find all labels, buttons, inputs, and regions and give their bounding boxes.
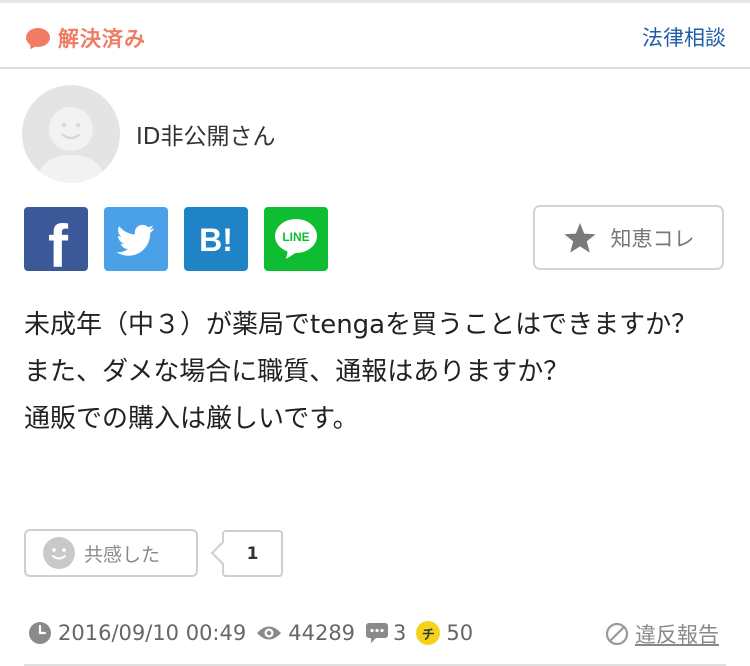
clock-icon [29,622,51,644]
question-line: また、ダメな場合に職質、通報はありますか？ [24,357,570,387]
question-line: 通販での購入は厳しいです。 [24,404,359,434]
line-icon: LINE [275,219,317,259]
facebook-glyph: f [48,213,69,271]
question-body: 未成年（中３）が薬局でtengaを買うことはできますか？ また、ダメな場合に職質… [24,302,724,443]
view-count: 44289 [288,621,356,645]
report-link[interactable]: 違反報告 [605,619,719,649]
hatena-glyph: B! [199,222,233,258]
comment-icon [366,623,389,643]
avatar [22,85,120,183]
default-avatar-icon [36,107,106,183]
resolved-label: 解決済み [58,27,146,51]
twitter-icon [116,224,155,256]
eye-icon [257,626,282,640]
empathy-button[interactable]: 共感した [24,529,198,577]
chie-collection-button[interactable]: 知恵コレ [533,205,724,270]
coin-count: 50 [446,621,474,645]
count-pointer [210,541,234,565]
facebook-icon: f [48,213,69,271]
question-line: 未成年（中３）が薬局でtengaを買うことはできますか？ [24,310,698,340]
category-link[interactable]: 法律相談 [642,22,726,52]
answer-count: 3 [393,621,407,645]
question-header: 解決済み 法律相談 [0,3,750,69]
posted-datetime: 2016/09/10 00:49 [58,621,247,645]
line-glyph: LINE [282,230,309,244]
empathy-label: 共感した [84,543,161,566]
prohibited-icon [605,622,629,646]
report-label: 違反報告 [635,623,719,647]
facebook-share-button[interactable]: f [24,207,88,271]
empathy-count-badge: 1 [210,530,283,577]
hatena-bookmark-icon: B! [199,222,233,258]
twitter-share-button[interactable] [104,207,168,271]
empathy-count: 1 [246,543,259,564]
speech-bubble-icon [26,28,50,52]
smile-icon [43,537,75,569]
star-icon [563,222,596,253]
resolved-status: 解決済み [26,23,146,53]
chie-collection-label: 知恵コレ [610,226,695,251]
line-share-button[interactable]: LINE [264,207,328,271]
user-name: ID非公開さん [136,124,276,150]
coin-icon: チ [416,621,441,645]
question-meta: 2016/09/10 00:49 44289 3 チ 50 [28,619,473,647]
hatena-bookmark-share-button[interactable]: B! [184,207,248,271]
